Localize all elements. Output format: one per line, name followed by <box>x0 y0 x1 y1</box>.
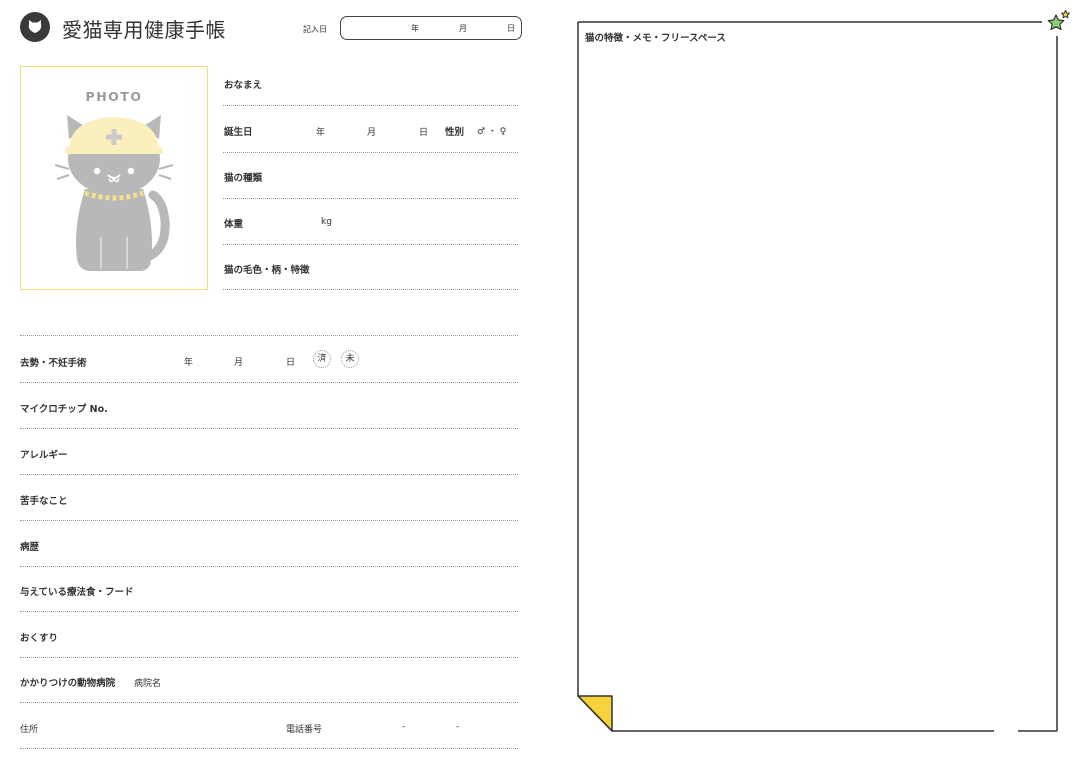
clinic-name-label: 病院名 <box>134 679 162 689</box>
breed-label: 猫の種類 <box>224 173 263 184</box>
memo-free-space[interactable] <box>584 46 1052 686</box>
microchip-line[interactable] <box>20 428 518 429</box>
food-line[interactable] <box>20 611 518 612</box>
neuter-not-done-checkbox[interactable]: 未 <box>341 350 359 368</box>
allergy-label: アレルギー <box>20 450 68 461</box>
allergy-line[interactable] <box>20 474 518 475</box>
clinic-label: かかりつけの動物病院 <box>20 678 116 689</box>
clinic-line[interactable] <box>20 702 518 703</box>
food-label: 与えている療法食・フード <box>20 587 134 598</box>
neuter-day-label: 日 <box>286 358 296 368</box>
medicine-label: おくすり <box>20 633 59 644</box>
dislikes-line[interactable] <box>20 520 518 521</box>
phone-separator-1: - <box>402 722 406 732</box>
address-line[interactable] <box>20 748 518 749</box>
coat-extra-line[interactable] <box>20 335 518 336</box>
weight-line[interactable] <box>223 244 518 245</box>
memo-title: 猫の特徴・メモ・フリースペース <box>585 33 726 44</box>
star-icon <box>1047 10 1070 31</box>
birthday-line[interactable] <box>223 152 518 153</box>
phone-label: 電話番号 <box>286 725 323 735</box>
neuter-label: 去勢・不妊手術 <box>20 358 87 369</box>
medicine-line[interactable] <box>20 657 518 658</box>
sex-label: 性別 <box>445 127 465 138</box>
neuter-year-label: 年 <box>184 358 194 368</box>
neuter-line[interactable] <box>20 382 518 383</box>
history-line[interactable] <box>20 566 518 567</box>
coat-label: 猫の毛色・柄・特徴 <box>224 265 310 276</box>
breed-line[interactable] <box>223 198 518 199</box>
name-line[interactable] <box>223 105 518 106</box>
entry-month-label: 月 <box>459 24 467 33</box>
microchip-label: マイクロチップ No. <box>20 404 108 415</box>
photo-frame[interactable]: PHOTO <box>20 66 208 290</box>
entry-year-label: 年 <box>411 24 419 33</box>
neuter-month-label: 月 <box>234 358 244 368</box>
neuter-done-checkbox[interactable]: 済 <box>313 350 331 368</box>
photo-label: PHOTO <box>85 89 143 104</box>
cat-illustration-icon <box>55 115 174 271</box>
page-title: 愛猫専用健康手帳 <box>62 18 226 42</box>
birth-year-label: 年 <box>316 128 326 138</box>
birth-month-label: 月 <box>367 128 377 138</box>
birth-day-label: 日 <box>419 128 429 138</box>
entry-date-label: 記入日 <box>303 25 327 34</box>
dislikes-label: 苦手なこと <box>20 496 68 507</box>
entry-date-field[interactable]: 年 月 日 <box>340 16 522 40</box>
weight-unit: kg <box>321 217 332 227</box>
entry-day-label: 日 <box>507 24 515 33</box>
phone-separator-2: - <box>456 722 460 732</box>
history-label: 病歴 <box>20 542 40 553</box>
birthday-label: 誕生日 <box>224 127 253 138</box>
name-label: おなまえ <box>224 80 263 91</box>
sex-options[interactable]: ♂ ・ ♀ <box>477 124 506 137</box>
weight-label: 体重 <box>224 219 244 230</box>
cat-logo-icon <box>20 12 50 42</box>
address-label: 住所 <box>20 725 39 735</box>
coat-line[interactable] <box>223 289 518 290</box>
